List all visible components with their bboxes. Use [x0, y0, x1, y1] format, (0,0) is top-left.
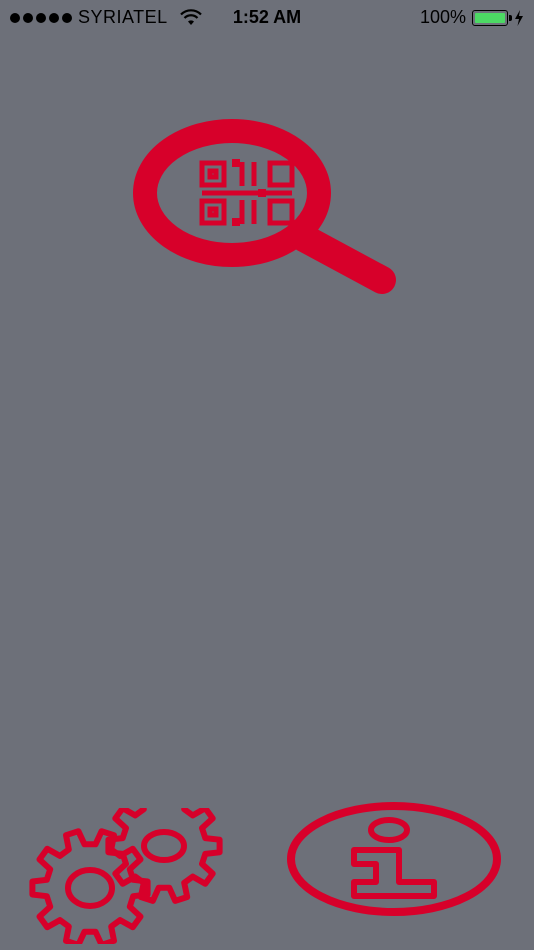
status-bar: SYRIATEL 1:52 AM 100%: [0, 0, 534, 36]
charging-bolt-icon: [515, 9, 523, 26]
battery-icon: [472, 9, 512, 26]
gears-icon: [29, 788, 223, 948]
status-right: 100%: [420, 7, 524, 28]
qr-magnifier-icon: [133, 119, 396, 294]
scan-qr-button[interactable]: [132, 118, 402, 300]
info-icon: [287, 802, 501, 916]
battery-fill: [475, 12, 505, 23]
settings-button[interactable]: [28, 788, 234, 948]
battery-percent: 100%: [419, 7, 466, 27]
info-button[interactable]: [284, 798, 504, 920]
